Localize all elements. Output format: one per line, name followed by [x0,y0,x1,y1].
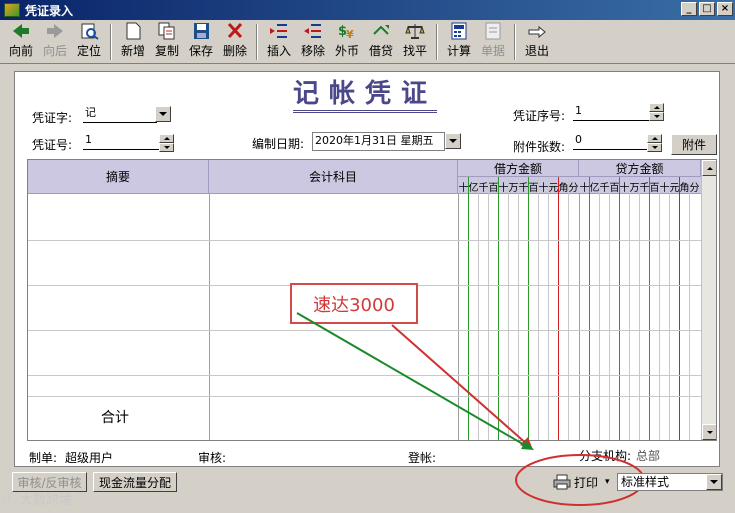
print-button[interactable]: 打印 ▾ [553,473,610,491]
chevron-down-icon: ▾ [605,477,610,487]
chevron-down-icon [710,480,718,484]
watermark-text: ⓒ 大数跨境 [3,493,73,508]
print-label: 打印 [574,475,599,490]
cashflow-button[interactable]: 现金流量分配 [93,472,177,492]
printer-icon [553,474,571,490]
print-style-dropdown[interactable] [706,474,722,490]
callout-arrows [296,312,645,506]
